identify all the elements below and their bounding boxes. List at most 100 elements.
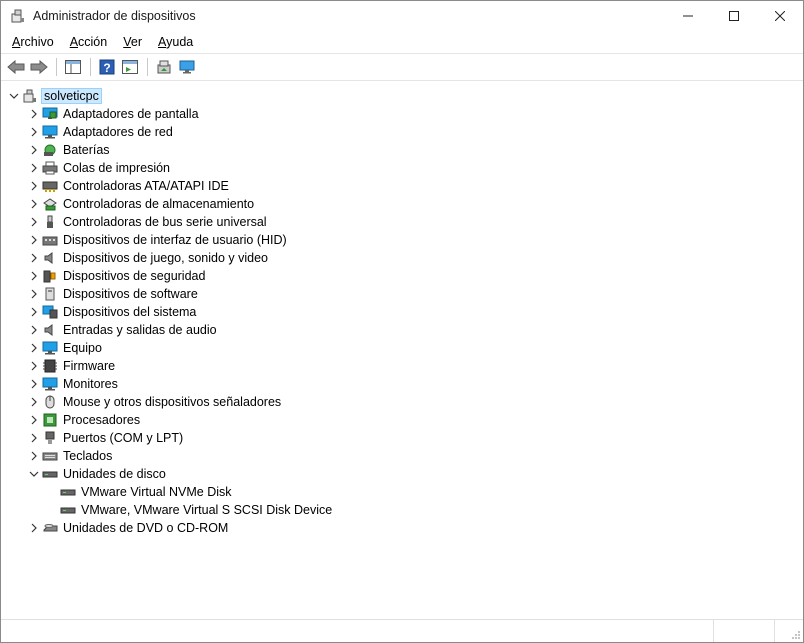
tree-category-controladoras-ata[interactable]: Controladoras ATA/ATAPI IDE	[1, 177, 803, 195]
show-hide-console-tree-button[interactable]	[62, 56, 84, 78]
tree-category-label[interactable]: Dispositivos de interfaz de usuario (HID…	[61, 232, 289, 248]
forward-button[interactable]	[28, 56, 50, 78]
menu-accion[interactable]: Acción	[62, 35, 116, 49]
action-pane-icon	[122, 60, 138, 74]
menu-bar: Archivo Acción Ver Ayuda	[1, 31, 803, 53]
chevron-right-icon[interactable]	[27, 159, 41, 177]
battery-icon	[41, 142, 59, 158]
tree-category-equipo[interactable]: Equipo	[1, 339, 803, 357]
chevron-right-icon[interactable]	[27, 393, 41, 411]
tree-root-label[interactable]: solveticpc	[41, 88, 102, 104]
help-button[interactable]: ?	[96, 56, 118, 78]
tree-category-mouse[interactable]: Mouse y otros dispositivos señaladores	[1, 393, 803, 411]
back-button[interactable]	[5, 56, 27, 78]
tree-category-label[interactable]: Adaptadores de red	[61, 124, 175, 140]
tree-category-label[interactable]: Controladoras de bus serie universal	[61, 214, 269, 230]
chevron-right-icon[interactable]	[27, 303, 41, 321]
tree-category-label[interactable]: Puertos (COM y LPT)	[61, 430, 185, 446]
tree-category-unidades-disco[interactable]: Unidades de disco	[1, 465, 803, 483]
tree-category-label[interactable]: Monitores	[61, 376, 120, 392]
chevron-right-icon[interactable]	[27, 411, 41, 429]
menu-ayuda[interactable]: Ayuda	[150, 35, 201, 49]
maximize-button[interactable]	[711, 1, 757, 31]
tree-category-seguridad[interactable]: Dispositivos de seguridad	[1, 267, 803, 285]
tree-category-label[interactable]: Adaptadores de pantalla	[61, 106, 201, 122]
chevron-right-icon[interactable]	[27, 267, 41, 285]
close-button[interactable]	[757, 1, 803, 31]
security-device-icon	[41, 268, 59, 284]
tree-category-label[interactable]: Dispositivos del sistema	[61, 304, 198, 320]
chevron-down-icon[interactable]	[7, 87, 21, 105]
maximize-icon	[729, 11, 739, 21]
chevron-right-icon[interactable]	[27, 213, 41, 231]
chevron-right-icon[interactable]	[27, 339, 41, 357]
tree-category-label[interactable]: Entradas y salidas de audio	[61, 322, 219, 338]
tree-category-label[interactable]: Baterías	[61, 142, 112, 158]
tree-device-nvme-disk[interactable]: VMware Virtual NVMe Disk	[1, 483, 803, 501]
speaker-icon	[41, 250, 59, 266]
disk-drive-icon	[41, 466, 59, 482]
tree-category-adaptadores-red[interactable]: Adaptadores de red	[1, 123, 803, 141]
tree-category-hid[interactable]: Dispositivos de interfaz de usuario (HID…	[1, 231, 803, 249]
tree-category-audio[interactable]: Entradas y salidas de audio	[1, 321, 803, 339]
tree-category-controladoras-almacenamiento[interactable]: Controladoras de almacenamiento	[1, 195, 803, 213]
chevron-right-icon[interactable]	[27, 519, 41, 537]
tree-category-label[interactable]: Teclados	[61, 448, 114, 464]
scan-hardware-button[interactable]	[176, 56, 198, 78]
chevron-right-icon[interactable]	[27, 375, 41, 393]
resize-grip-icon[interactable]	[791, 630, 801, 640]
tree-category-procesadores[interactable]: Procesadores	[1, 411, 803, 429]
chevron-right-icon[interactable]	[27, 231, 41, 249]
action-pane-button[interactable]	[119, 56, 141, 78]
tree-category-adaptadores-pantalla[interactable]: Adaptadores de pantalla	[1, 105, 803, 123]
tree-category-label[interactable]: Colas de impresión	[61, 160, 172, 176]
chevron-down-icon[interactable]	[27, 465, 41, 483]
chevron-right-icon[interactable]	[27, 357, 41, 375]
update-driver-button[interactable]	[153, 56, 175, 78]
menu-ver[interactable]: Ver	[115, 35, 150, 49]
tree-device-scsi-disk[interactable]: VMware, VMware Virtual S SCSI Disk Devic…	[1, 501, 803, 519]
tree-category-baterias[interactable]: Baterías	[1, 141, 803, 159]
chevron-right-icon[interactable]	[27, 195, 41, 213]
tree-category-controladoras-usb[interactable]: Controladoras de bus serie universal	[1, 213, 803, 231]
chevron-right-icon[interactable]	[27, 249, 41, 267]
tree-category-colas-impresion[interactable]: Colas de impresión	[1, 159, 803, 177]
firmware-chip-icon	[41, 358, 59, 374]
chevron-right-icon[interactable]	[27, 429, 41, 447]
chevron-right-icon[interactable]	[27, 285, 41, 303]
tree-category-dvd-cdrom[interactable]: Unidades de DVD o CD-ROM	[1, 519, 803, 537]
tree-category-label[interactable]: Dispositivos de juego, sonido y video	[61, 250, 270, 266]
menu-archivo[interactable]: Archivo	[4, 35, 62, 49]
tree-category-label[interactable]: Unidades de DVD o CD-ROM	[61, 520, 230, 536]
tree-category-sistema[interactable]: Dispositivos del sistema	[1, 303, 803, 321]
chevron-right-icon[interactable]	[27, 177, 41, 195]
window-title: Administrador de dispositivos	[33, 9, 196, 23]
tree-category-label[interactable]: Controladoras ATA/ATAPI IDE	[61, 178, 231, 194]
tree-category-label[interactable]: Firmware	[61, 358, 117, 374]
tree-category-juego-sonido-video[interactable]: Dispositivos de juego, sonido y video	[1, 249, 803, 267]
tree-category-teclados[interactable]: Teclados	[1, 447, 803, 465]
tree-device-label[interactable]: VMware, VMware Virtual S SCSI Disk Devic…	[79, 502, 334, 518]
tree-category-label[interactable]: Dispositivos de software	[61, 286, 200, 302]
tree-category-label[interactable]: Procesadores	[61, 412, 142, 428]
tree-category-label[interactable]: Dispositivos de seguridad	[61, 268, 207, 284]
system-device-icon	[41, 304, 59, 320]
chevron-right-icon[interactable]	[27, 141, 41, 159]
tree-device-label[interactable]: VMware Virtual NVMe Disk	[79, 484, 234, 500]
chevron-right-icon[interactable]	[27, 123, 41, 141]
chevron-right-icon[interactable]	[27, 321, 41, 339]
tree-root-node[interactable]: solveticpc	[1, 87, 803, 105]
chevron-right-icon[interactable]	[27, 447, 41, 465]
tree-category-software[interactable]: Dispositivos de software	[1, 285, 803, 303]
tree-category-firmware[interactable]: Firmware	[1, 357, 803, 375]
tree-category-puertos[interactable]: Puertos (COM y LPT)	[1, 429, 803, 447]
device-tree[interactable]: solveticpc Adaptadores de pantalla Adapt…	[1, 81, 803, 537]
tree-category-label[interactable]: Mouse y otros dispositivos señaladores	[61, 394, 283, 410]
tree-category-label[interactable]: Unidades de disco	[61, 466, 168, 482]
tree-category-label[interactable]: Controladoras de almacenamiento	[61, 196, 256, 212]
tree-category-label[interactable]: Equipo	[61, 340, 104, 356]
minimize-button[interactable]	[665, 1, 711, 31]
chevron-right-icon[interactable]	[27, 105, 41, 123]
tree-category-monitores[interactable]: Monitores	[1, 375, 803, 393]
port-icon	[41, 430, 59, 446]
